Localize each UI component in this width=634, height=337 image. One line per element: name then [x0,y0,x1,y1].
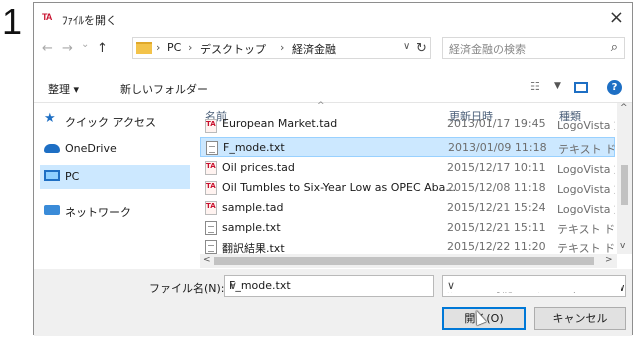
organize-menu-button[interactable]: 整理 ▾ [48,81,79,97]
file-date: 2015/12/21 15:24 [447,201,546,214]
filename-label: ファイル名(N): [149,282,225,295]
file-type: テキスト ドキュ [557,223,615,236]
file-date: 2015/12/17 10:11 [447,161,546,174]
up-arrow-icon[interactable]: ↑ [97,41,108,56]
sidebar-item-onedrive[interactable]: OneDrive [40,137,190,161]
window-title: ﾌｧｲﾙを開く [62,14,117,27]
tad-file-icon [205,119,217,133]
file-type: LogoVista 対 [557,183,615,196]
search-box[interactable]: 経済金融の検索 ⌕ [442,37,625,59]
file-date: 2015/12/08 11:18 [447,181,546,194]
file-date: 2013/01/09 11:18 [448,141,547,154]
breadcrumb-pc[interactable]: PC [167,41,181,54]
preview-pane-icon[interactable] [574,82,588,93]
breadcrumb-separator: › [156,41,161,54]
back-arrow-icon[interactable]: ← [42,41,53,56]
breadcrumb-desktop[interactable]: デスクトップ [200,41,266,57]
cancel-button[interactable]: キャンセル [534,307,626,330]
table-row[interactable]: Oil prices.tad 2015/12/17 10:11 LogoVist… [200,158,615,178]
table-row[interactable]: European Market.tad 2013/01/17 19:45 Log… [200,119,615,135]
file-name: F_mode.txt [223,141,285,154]
chevron-down-icon[interactable]: ∨ [403,41,410,52]
text-file-icon [206,141,218,155]
search-icon[interactable]: ⌕ [611,40,618,55]
table-row[interactable]: sample.tad 2015/12/21 15:24 LogoVista 対 [200,198,615,218]
new-folder-button[interactable]: 新しいフォルダー [120,81,208,97]
folder-icon [136,42,152,54]
text-file-icon [205,221,217,235]
scroll-thumb[interactable] [621,165,628,205]
sort-ascending-icon: ^ [317,101,325,111]
chevron-down-icon[interactable]: ▼ [554,81,561,91]
text-file-icon [205,240,217,254]
network-icon [44,205,60,215]
table-row[interactable]: F_mode.txt 2013/01/09 11:18 テキスト ドキュ [200,137,616,157]
address-bar[interactable]: › PC › デスクトップ › 経済金融 ∨ [132,37,431,59]
computer-icon [44,170,60,181]
scroll-thumb[interactable] [214,257,594,265]
chevron-down-icon[interactable]: ∨ [229,279,428,292]
view-options-icon[interactable]: ☷ [530,80,540,93]
file-date: 2015/12/21 15:11 [447,221,546,234]
sidebar-item-label: PC [65,170,80,183]
tad-file-icon [205,201,217,215]
chevron-down-icon[interactable]: ∨ [447,279,621,292]
sidebar-item-network[interactable]: ネットワーク [40,199,190,223]
dialog-footer: ファイル名(N): F_mode.txt ∨ 読み込み可能なファイル (*.ta… [34,269,632,336]
close-icon[interactable]: × [609,7,624,28]
file-name: sample.tad [222,201,284,214]
sidebar-item-quick-access[interactable]: ★ クイック アクセス [40,109,190,133]
file-name: Oil Tumbles to Six-Year Low as OPEC Aba.… [222,181,456,194]
file-name: sample.txt [222,221,281,234]
tad-file-icon [205,181,217,195]
horizontal-scrollbar[interactable]: < > [200,254,617,268]
sidebar-item-label: ネットワーク [65,206,131,219]
star-icon: ★ [44,111,56,126]
scroll-right-icon[interactable]: > [605,255,613,265]
file-name: European Market.tad [222,119,338,130]
file-date: 2015/12/22 11:20 [447,240,546,253]
filename-field[interactable]: F_mode.txt ∨ [224,275,434,297]
recent-locations-icon[interactable]: ⌄ [81,39,89,50]
breadcrumb-folder[interactable]: 経済金融 [292,41,336,57]
file-type: LogoVista 対 [557,163,615,176]
file-type: LogoVista 対 [557,119,615,132]
breadcrumb-separator: › [188,41,193,54]
step-number: 1 [2,1,23,42]
file-name: Oil prices.tad [222,161,295,174]
breadcrumb-separator: › [280,41,285,54]
file-type-select[interactable]: 読み込み可能なファイル (*.tad;*.w ∨ [442,275,626,297]
search-input[interactable]: 経済金融の検索 [449,41,526,57]
scroll-up-icon[interactable]: ^ [620,103,628,113]
sidebar-item-pc[interactable]: PC [40,165,190,189]
file-type: テキスト ドキュ [558,143,616,156]
file-date: 2013/01/17 19:45 [447,119,546,130]
table-row[interactable]: Oil Tumbles to Six-Year Low as OPEC Aba.… [200,178,615,198]
refresh-icon[interactable]: ↻ [416,41,427,56]
title-bar: TA ﾌｧｲﾙを開く × [34,3,632,35]
app-logo-icon: TA [42,12,52,22]
tad-file-icon [205,161,217,175]
scroll-left-icon[interactable]: < [203,255,211,265]
scroll-down-icon[interactable]: v [620,241,625,251]
cloud-icon [44,144,60,153]
sidebar-item-label: OneDrive [65,142,117,155]
file-list: 名前 ^ 更新日時 種類 European Market.tad 2013/01… [200,101,633,268]
forward-arrow-icon[interactable]: → [62,41,73,56]
navigation-pane: ★ クイック アクセス OneDrive PC ネットワーク [34,103,198,268]
table-row[interactable]: sample.txt 2015/12/21 15:11 テキスト ドキュ [200,218,615,238]
open-file-dialog: TA ﾌｧｲﾙを開く × ← → ⌄ ↑ › PC › デスクトップ › 経済金… [33,2,633,336]
help-icon[interactable]: ? [607,80,622,95]
sidebar-item-label: クイック アクセス [65,116,156,129]
vertical-scrollbar[interactable]: ^ v [617,103,632,254]
file-type: LogoVista 対 [557,203,615,216]
